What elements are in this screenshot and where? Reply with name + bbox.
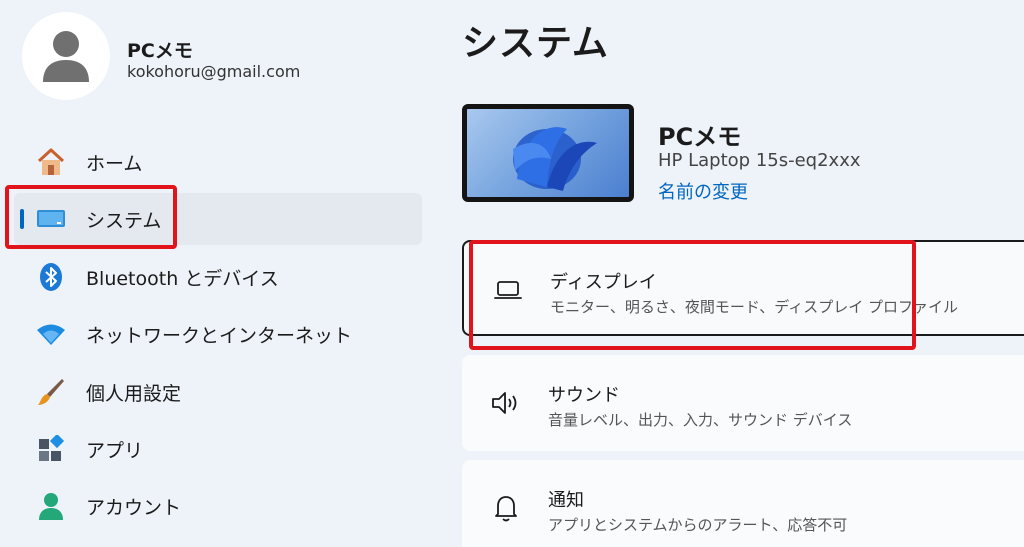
card-description: 音量レベル、出力、入力、サウンド デバイス xyxy=(548,411,853,429)
sidebar-item-apps[interactable]: アプリ xyxy=(14,423,422,475)
card-description: モニター、明るさ、夜間モード、ディスプレイ プロファイル xyxy=(550,298,958,316)
sidebar-item-label: 個人用設定 xyxy=(86,382,182,405)
bluetooth-icon xyxy=(34,260,68,294)
sidebar-item-label: ホーム xyxy=(86,152,143,175)
system-icon xyxy=(34,202,68,236)
notifications-card[interactable]: 通知 アプリとシステムからのアラート、応答不可 xyxy=(462,460,1024,547)
user-email: kokohoru@gmail.com xyxy=(127,62,301,81)
main-content: システム PCメモ HP Laptop 15s-eq2xxx 名前の変更 ディス… xyxy=(440,0,1024,547)
device-thumbnail xyxy=(462,104,634,202)
sidebar-item-label: ネットワークとインターネット xyxy=(86,324,353,347)
sidebar-item-system[interactable]: システム xyxy=(14,193,422,245)
device-name: PCメモ xyxy=(658,123,742,151)
sidebar-item-label: Bluetooth とデバイス xyxy=(86,267,279,290)
sidebar-item-bluetooth[interactable]: Bluetooth とデバイス xyxy=(14,251,422,303)
apps-icon xyxy=(34,432,68,466)
card-title: 通知 xyxy=(548,490,584,511)
brush-icon xyxy=(34,375,68,409)
user-name: PCメモ xyxy=(127,40,193,62)
device-model: HP Laptop 15s-eq2xxx xyxy=(658,150,861,171)
card-title: サウンド xyxy=(548,385,620,406)
sidebar-item-label: システム xyxy=(86,209,162,232)
user-icon xyxy=(43,31,89,82)
bell-icon xyxy=(490,492,522,524)
wifi-icon xyxy=(34,317,68,351)
sidebar-item-label: アカウント xyxy=(86,496,182,519)
windows-bloom-wallpaper xyxy=(513,127,597,191)
display-card[interactable]: ディスプレイ モニター、明るさ、夜間モード、ディスプレイ プロファイル xyxy=(462,240,1024,336)
sidebar: PCメモ kokohoru@gmail.com ホーム システム Bluetoo… xyxy=(0,0,440,547)
selection-indicator xyxy=(20,209,24,229)
sound-icon xyxy=(490,387,522,419)
sidebar-item-network[interactable]: ネットワークとインターネット xyxy=(14,308,422,360)
card-title: ディスプレイ xyxy=(550,272,657,293)
account-icon xyxy=(34,489,68,523)
sidebar-item-home[interactable]: ホーム xyxy=(14,136,422,188)
page-title: システム xyxy=(462,23,609,64)
sidebar-item-personalization[interactable]: 個人用設定 xyxy=(14,366,422,418)
sound-card[interactable]: サウンド 音量レベル、出力、入力、サウンド デバイス xyxy=(462,355,1024,451)
user-avatar[interactable] xyxy=(22,12,110,100)
sidebar-item-account[interactable]: アカウント xyxy=(14,480,422,532)
sidebar-item-label: アプリ xyxy=(86,439,144,462)
display-icon xyxy=(492,274,524,306)
rename-link[interactable]: 名前の変更 xyxy=(658,178,748,204)
card-description: アプリとシステムからのアラート、応答不可 xyxy=(548,516,848,534)
home-icon xyxy=(34,145,68,179)
